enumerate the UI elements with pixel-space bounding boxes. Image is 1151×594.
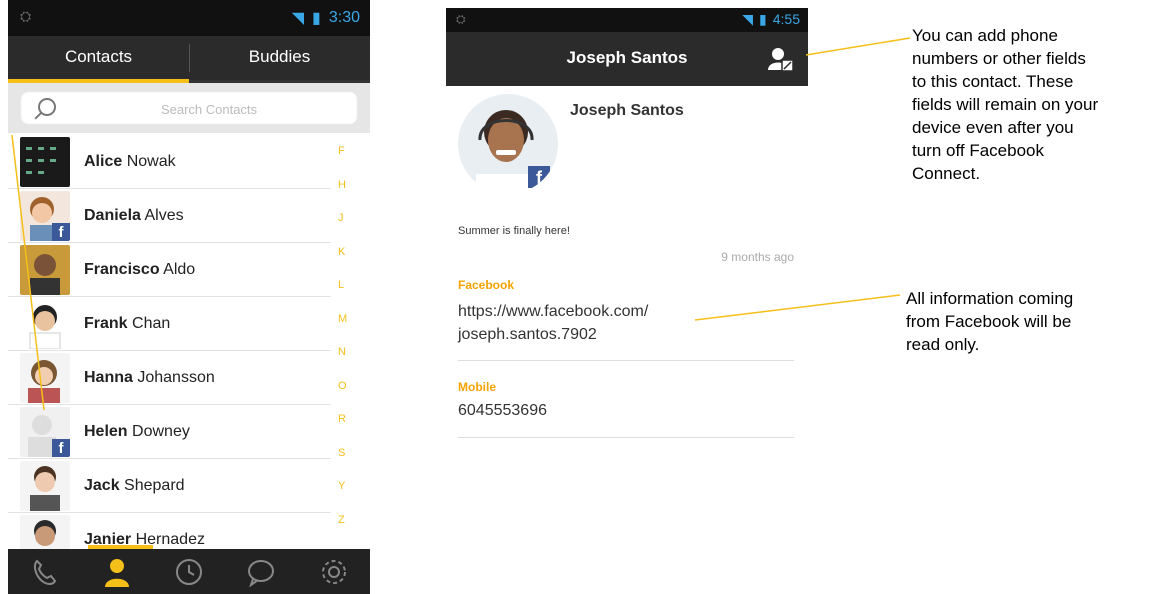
facebook-icon: f bbox=[52, 438, 70, 457]
status-time: 3:30 bbox=[328, 9, 360, 26]
active-indicator bbox=[88, 545, 153, 549]
list-item[interactable]: f Helen Downey bbox=[8, 405, 331, 459]
list-item[interactable]: Hanna Johansson bbox=[8, 351, 331, 405]
index-letter[interactable]: H bbox=[338, 179, 358, 213]
tab-divider bbox=[189, 44, 190, 72]
battery-icon: ▮ bbox=[759, 11, 767, 27]
android-icon: ⛭ bbox=[456, 12, 466, 26]
contact-name: Joseph Santos bbox=[570, 102, 684, 119]
contact-name: Francisco Aldo bbox=[84, 260, 196, 278]
index-letter[interactable]: K bbox=[338, 246, 358, 280]
index-letter[interactable]: M bbox=[338, 313, 358, 347]
wifi-icon: ◥ bbox=[742, 11, 754, 27]
list-item[interactable]: Jack Shepard bbox=[8, 459, 331, 513]
index-letter[interactable]: Z bbox=[338, 514, 358, 548]
contacts-icon[interactable] bbox=[102, 557, 132, 587]
profile-photo: f bbox=[458, 94, 558, 194]
index-letter[interactable]: Y bbox=[338, 480, 358, 514]
index-letter[interactable]: O bbox=[338, 380, 358, 414]
avatar: f bbox=[20, 190, 70, 241]
callout-add-fields: You can add phone numbers or other field… bbox=[912, 26, 1099, 183]
tab-contacts[interactable]: Contacts bbox=[8, 36, 189, 83]
list-item[interactable]: f Daniela Alves bbox=[8, 189, 331, 243]
callout-line bbox=[805, 37, 911, 56]
contact-name: Daniela Alves bbox=[84, 206, 184, 224]
divider bbox=[458, 360, 794, 361]
status-icons: ◥ ▮ 4:55 bbox=[742, 11, 800, 28]
status-time: 4:55 bbox=[772, 11, 800, 27]
battery-icon: ▮ bbox=[312, 10, 321, 27]
list-item[interactable]: Alice Nowak bbox=[8, 135, 331, 189]
avatar: f bbox=[20, 406, 70, 457]
chat-icon[interactable] bbox=[246, 557, 276, 588]
status-timestamp: 9 months ago bbox=[721, 250, 794, 264]
field-label: Facebook bbox=[458, 278, 515, 292]
bottom-nav bbox=[8, 545, 370, 594]
contacts-screen: ⛭ ◥ ▮ 3:30 Contacts Buddies Alice Nowak … bbox=[8, 0, 370, 594]
list-item[interactable]: Frank Chan bbox=[8, 297, 331, 351]
facebook-icon: f bbox=[528, 166, 550, 188]
facebook-url: https://www.facebook.com/ joseph.santos.… bbox=[458, 303, 649, 343]
avatar bbox=[20, 460, 70, 511]
index-letter[interactable]: F bbox=[338, 145, 358, 179]
settings-icon[interactable] bbox=[319, 557, 349, 587]
contact-name: Jack Shepard bbox=[84, 476, 185, 494]
field-label: Mobile bbox=[458, 380, 496, 394]
contact-name: Helen Downey bbox=[84, 422, 190, 440]
detail-header: Joseph Santos bbox=[446, 32, 808, 86]
status-bar: ⛭ ◥ ▮ 3:30 bbox=[8, 0, 370, 36]
contact-name: Frank Chan bbox=[84, 314, 171, 332]
facebook-icon: f bbox=[52, 222, 70, 241]
status-icons: ◥ ▮ 3:30 bbox=[292, 8, 360, 28]
edit-contact-icon[interactable] bbox=[768, 46, 794, 72]
phone-icon[interactable] bbox=[29, 557, 59, 587]
avatar bbox=[20, 244, 70, 295]
status-bar: ⛭ ◥ ▮ 4:55 bbox=[446, 8, 808, 32]
status-message: Summer is finally here! bbox=[458, 225, 570, 237]
index-letter[interactable]: N bbox=[338, 346, 358, 380]
contact-detail-screen: ⛭ ◥ ▮ 4:55 Joseph Santos f Joseph Santos… bbox=[446, 8, 808, 448]
list-item[interactable]: Francisco Aldo bbox=[8, 243, 331, 297]
index-letter[interactable]: S bbox=[338, 447, 358, 481]
avatar bbox=[20, 298, 70, 349]
history-icon[interactable] bbox=[174, 557, 204, 587]
contact-name: Hanna Johansson bbox=[84, 368, 215, 386]
divider bbox=[458, 437, 794, 438]
index-letter[interactable]: L bbox=[338, 279, 358, 313]
search-input[interactable] bbox=[80, 91, 338, 127]
avatar bbox=[20, 352, 70, 403]
tab-buddies[interactable]: Buddies bbox=[189, 36, 370, 80]
android-icon: ⛭ bbox=[20, 8, 32, 24]
search-box[interactable] bbox=[20, 91, 358, 127]
search-icon bbox=[38, 98, 56, 116]
avatar bbox=[20, 136, 70, 187]
index-letter[interactable]: R bbox=[338, 413, 358, 447]
mobile-number[interactable]: 6045553696 bbox=[458, 399, 547, 422]
contact-name: Alice Nowak bbox=[84, 152, 176, 170]
alphabet-index[interactable]: F H J K L M N O R S Y Z bbox=[338, 145, 358, 547]
callout-read-only: All information coming from Facebook wil… bbox=[906, 289, 1074, 354]
contact-list: Alice Nowak f Daniela Alves Francisco Al… bbox=[8, 135, 331, 567]
index-letter[interactable]: J bbox=[338, 212, 358, 246]
page-title: Joseph Santos bbox=[566, 48, 688, 67]
wifi-icon: ◥ bbox=[291, 10, 305, 27]
search-area bbox=[8, 83, 370, 133]
